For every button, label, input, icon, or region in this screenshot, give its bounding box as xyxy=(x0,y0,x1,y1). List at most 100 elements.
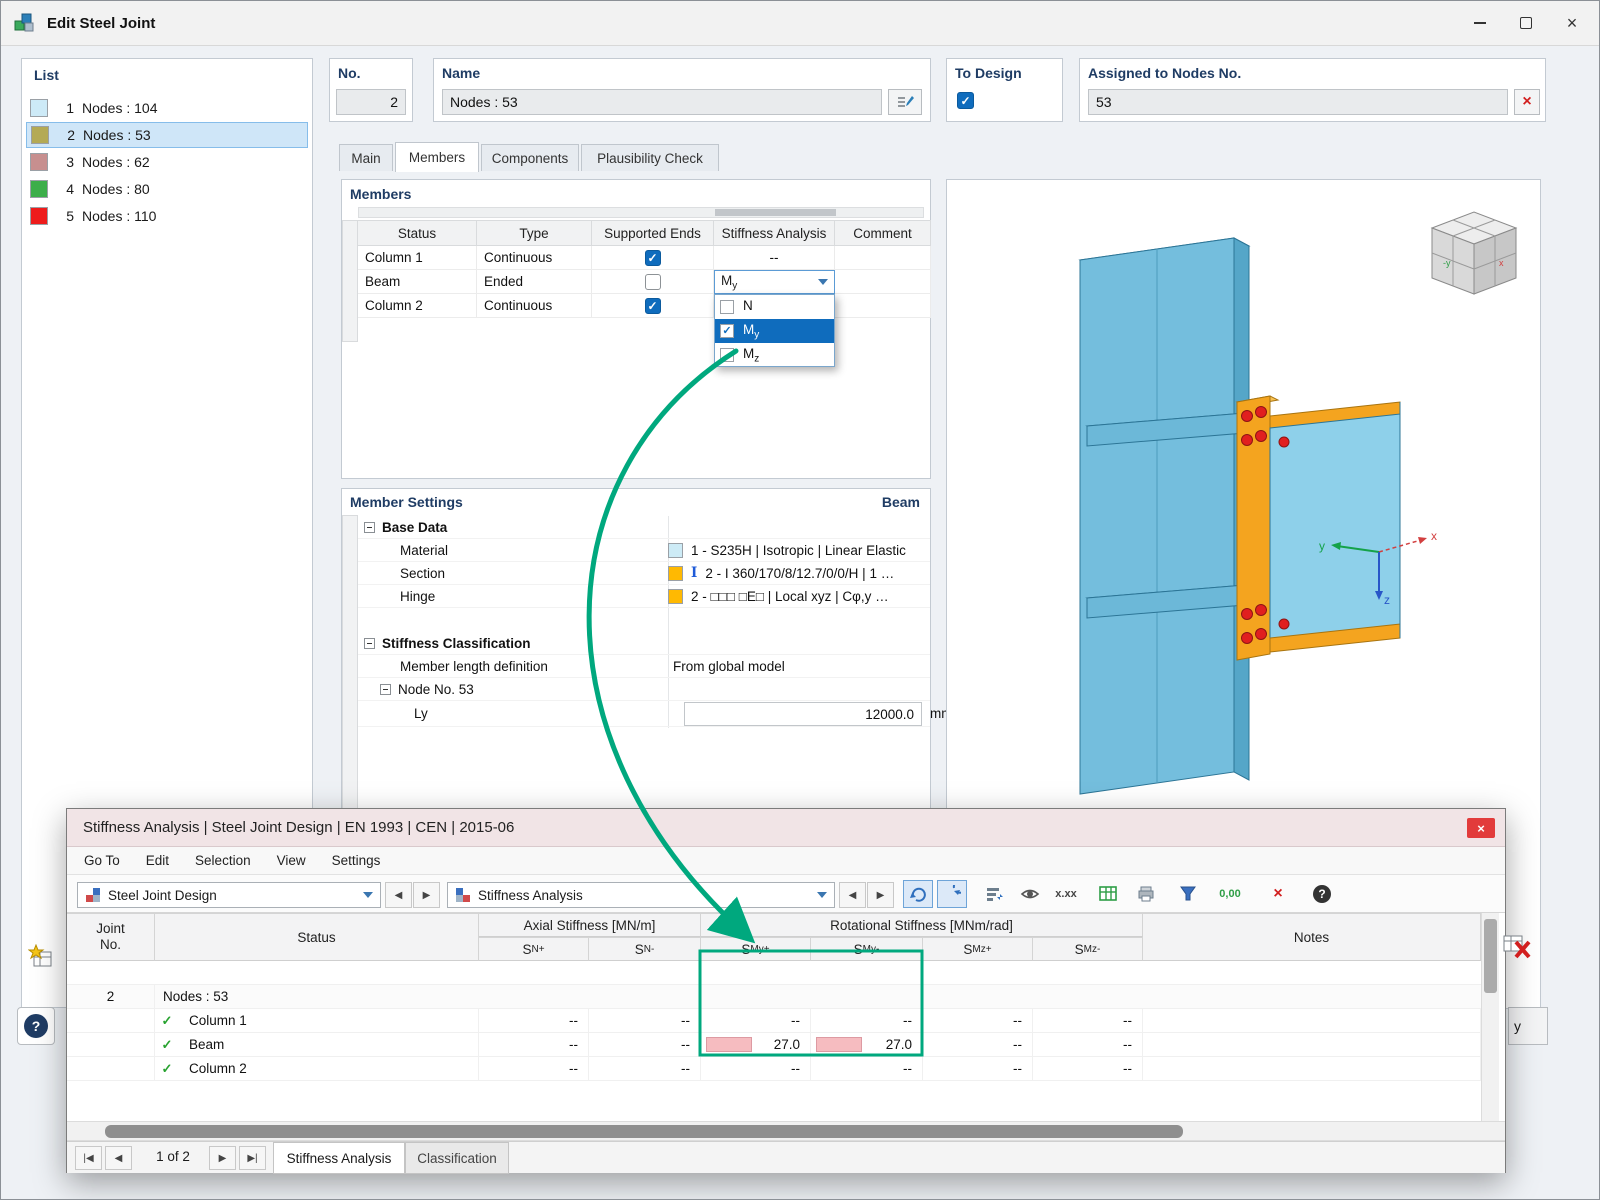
supported-checkbox[interactable]: ✓ xyxy=(645,298,661,314)
module-next-button[interactable]: ▶ xyxy=(413,882,440,908)
member-row-column1-type[interactable]: Continuous xyxy=(477,246,592,270)
tree-group-base-data[interactable]: Base Data xyxy=(358,516,930,539)
tab-classification[interactable]: Classification xyxy=(405,1142,509,1174)
member-row-column2-status[interactable]: Column 2 xyxy=(358,294,477,318)
member-row-column1-comment[interactable] xyxy=(835,246,931,270)
results-close-button[interactable]: × xyxy=(1467,818,1495,838)
option-checkbox[interactable] xyxy=(720,300,734,314)
stiffness-analysis-combo[interactable]: My xyxy=(714,270,835,294)
tab-members[interactable]: Members xyxy=(395,142,479,172)
chevron-down-icon xyxy=(817,892,827,898)
export-table-button[interactable] xyxy=(1093,880,1123,908)
supported-checkbox[interactable]: ✓ xyxy=(645,250,661,266)
results-hscrollbar-thumb[interactable] xyxy=(105,1125,1183,1138)
result-row-column1[interactable]: ✓ Column 1 -- -- -- -- -- -- xyxy=(67,1009,1481,1033)
view-next-button[interactable]: ▶ xyxy=(867,882,894,908)
prev-page-button[interactable]: ◀ xyxy=(105,1146,132,1170)
partial-apply-button[interactable]: y xyxy=(1508,1007,1548,1045)
members-hscrollbar[interactable] xyxy=(358,207,924,218)
view-prev-button[interactable]: ◀ xyxy=(839,882,866,908)
last-page-button[interactable]: ▶| xyxy=(239,1146,266,1170)
dropdown-option-mz[interactable]: Mz xyxy=(715,343,834,367)
header-sn-plus: SN+ xyxy=(479,937,589,961)
clear-assigned-button[interactable]: × xyxy=(1514,89,1540,115)
member-row-column2-comment[interactable] xyxy=(835,294,931,318)
supported-checkbox[interactable] xyxy=(645,274,661,290)
tree-group-node-53[interactable]: Node No. 53 xyxy=(358,678,930,701)
name-field[interactable]: Nodes : 53 xyxy=(442,89,882,115)
show-hide-button[interactable] xyxy=(1015,880,1045,908)
first-page-button[interactable]: |◀ xyxy=(75,1146,102,1170)
list-item-nodes-110[interactable]: 5 Nodes : 110 xyxy=(26,203,308,229)
menu-settings[interactable]: Settings xyxy=(319,853,394,868)
tab-plausibility-check[interactable]: Plausibility Check xyxy=(581,144,719,171)
collapse-icon[interactable] xyxy=(364,638,375,649)
module-combo[interactable]: Steel Joint Design xyxy=(77,882,381,908)
option-checkbox[interactable]: ✓ xyxy=(720,324,734,338)
menu-edit[interactable]: Edit xyxy=(133,853,182,868)
result-view-combo[interactable]: Stiffness Analysis xyxy=(447,882,835,908)
results-hscrollbar[interactable] xyxy=(67,1121,1505,1141)
results-title: Stiffness Analysis | Steel Joint Design … xyxy=(83,819,514,836)
list-item-nodes-53[interactable]: 2 Nodes : 53 xyxy=(26,122,308,148)
list-item-nodes-62[interactable]: 3 Nodes : 62 xyxy=(26,149,308,175)
delete-results-button[interactable]: × xyxy=(1263,880,1293,908)
member-row-beam-type[interactable]: Ended xyxy=(477,270,592,294)
tab-stiffness-analysis[interactable]: Stiffness Analysis xyxy=(273,1142,405,1174)
dropdown-option-my[interactable]: ✓ My xyxy=(715,319,834,343)
result-row-beam[interactable]: ✓ Beam -- -- 27.0 27.0 -- -- xyxy=(67,1033,1481,1057)
next-page-button[interactable]: ▶ xyxy=(209,1146,236,1170)
tree-row-member-length[interactable]: Member length definition From global mod… xyxy=(358,655,930,678)
col-comment[interactable]: Comment xyxy=(835,220,931,246)
decimal-places-button[interactable]: x.xx xyxy=(1051,880,1081,908)
sync-selection-button[interactable] xyxy=(903,880,933,908)
col-stiffness-analysis[interactable]: Stiffness Analysis xyxy=(714,220,835,246)
list-item-nodes-104[interactable]: 1 Nodes : 104 xyxy=(26,95,308,121)
ly-value-field[interactable]: 12000.0 xyxy=(684,702,922,726)
results-vscrollbar-thumb[interactable] xyxy=(1484,919,1497,993)
member-row-column1-status[interactable]: Column 1 xyxy=(358,246,477,270)
dropdown-option-n[interactable]: N xyxy=(715,295,834,319)
result-row-column2[interactable]: ✓ Column 2 -- -- -- -- -- -- xyxy=(67,1057,1481,1081)
close-button[interactable]: × xyxy=(1549,1,1595,45)
maximize-button[interactable] xyxy=(1503,1,1549,45)
sync-view-button[interactable] xyxy=(937,880,967,908)
collapse-icon[interactable] xyxy=(380,684,391,695)
sort-results-button[interactable] xyxy=(979,880,1009,908)
print-button[interactable] xyxy=(1131,880,1161,908)
menu-go-to[interactable]: Go To xyxy=(71,853,133,868)
tree-group-stiffness-classification[interactable]: Stiffness Classification xyxy=(358,632,930,655)
tree-row-ly[interactable]: Ly 12000.0 mm xyxy=(358,701,930,727)
list-item-nodes-80[interactable]: 4 Nodes : 80 xyxy=(26,176,308,202)
member-row-beam-status[interactable]: Beam xyxy=(358,270,477,294)
menu-selection[interactable]: Selection xyxy=(182,853,264,868)
help-button[interactable]: ? xyxy=(17,1007,55,1045)
joint-group-row[interactable]: 2 Nodes : 53 xyxy=(67,985,1481,1009)
results-vscrollbar[interactable] xyxy=(1481,913,1499,1121)
edit-name-button[interactable] xyxy=(888,89,922,115)
results-help-button[interactable]: ? xyxy=(1307,880,1337,908)
tab-main[interactable]: Main xyxy=(339,144,393,171)
filter-button[interactable] xyxy=(1173,880,1203,908)
assigned-field[interactable]: 53 xyxy=(1088,89,1508,115)
tree-row-hinge[interactable]: Hinge 2 - □□□ □E□ | Local xyz | Cφ,y … xyxy=(358,585,930,608)
new-window-button[interactable] xyxy=(25,941,57,973)
col-type[interactable]: Type xyxy=(477,220,592,246)
tab-components[interactable]: Components xyxy=(481,144,579,171)
col-supported-ends[interactable]: Supported Ends xyxy=(592,220,714,246)
member-row-column1-stiffness[interactable]: -- xyxy=(714,246,835,270)
member-row-beam-comment[interactable] xyxy=(835,270,931,294)
col-status[interactable]: Status xyxy=(358,220,477,246)
tree-row-section[interactable]: Section I 2 - I 360/170/8/12.7/0/0/H | 1… xyxy=(358,562,930,585)
menu-view[interactable]: View xyxy=(264,853,319,868)
collapse-icon[interactable] xyxy=(364,522,375,533)
to-design-checkbox[interactable]: ✓ xyxy=(957,92,974,109)
option-checkbox[interactable] xyxy=(720,348,734,362)
members-hscrollbar-thumb[interactable] xyxy=(715,209,836,216)
minimize-button[interactable] xyxy=(1457,1,1503,45)
member-row-column2-type[interactable]: Continuous xyxy=(477,294,592,318)
module-prev-button[interactable]: ◀ xyxy=(385,882,412,908)
zero-values-button[interactable]: 0,00 xyxy=(1207,880,1253,908)
tree-row-material[interactable]: Material 1 - S235H | Isotropic | Linear … xyxy=(358,539,930,562)
delete-table-button[interactable] xyxy=(1499,929,1535,965)
